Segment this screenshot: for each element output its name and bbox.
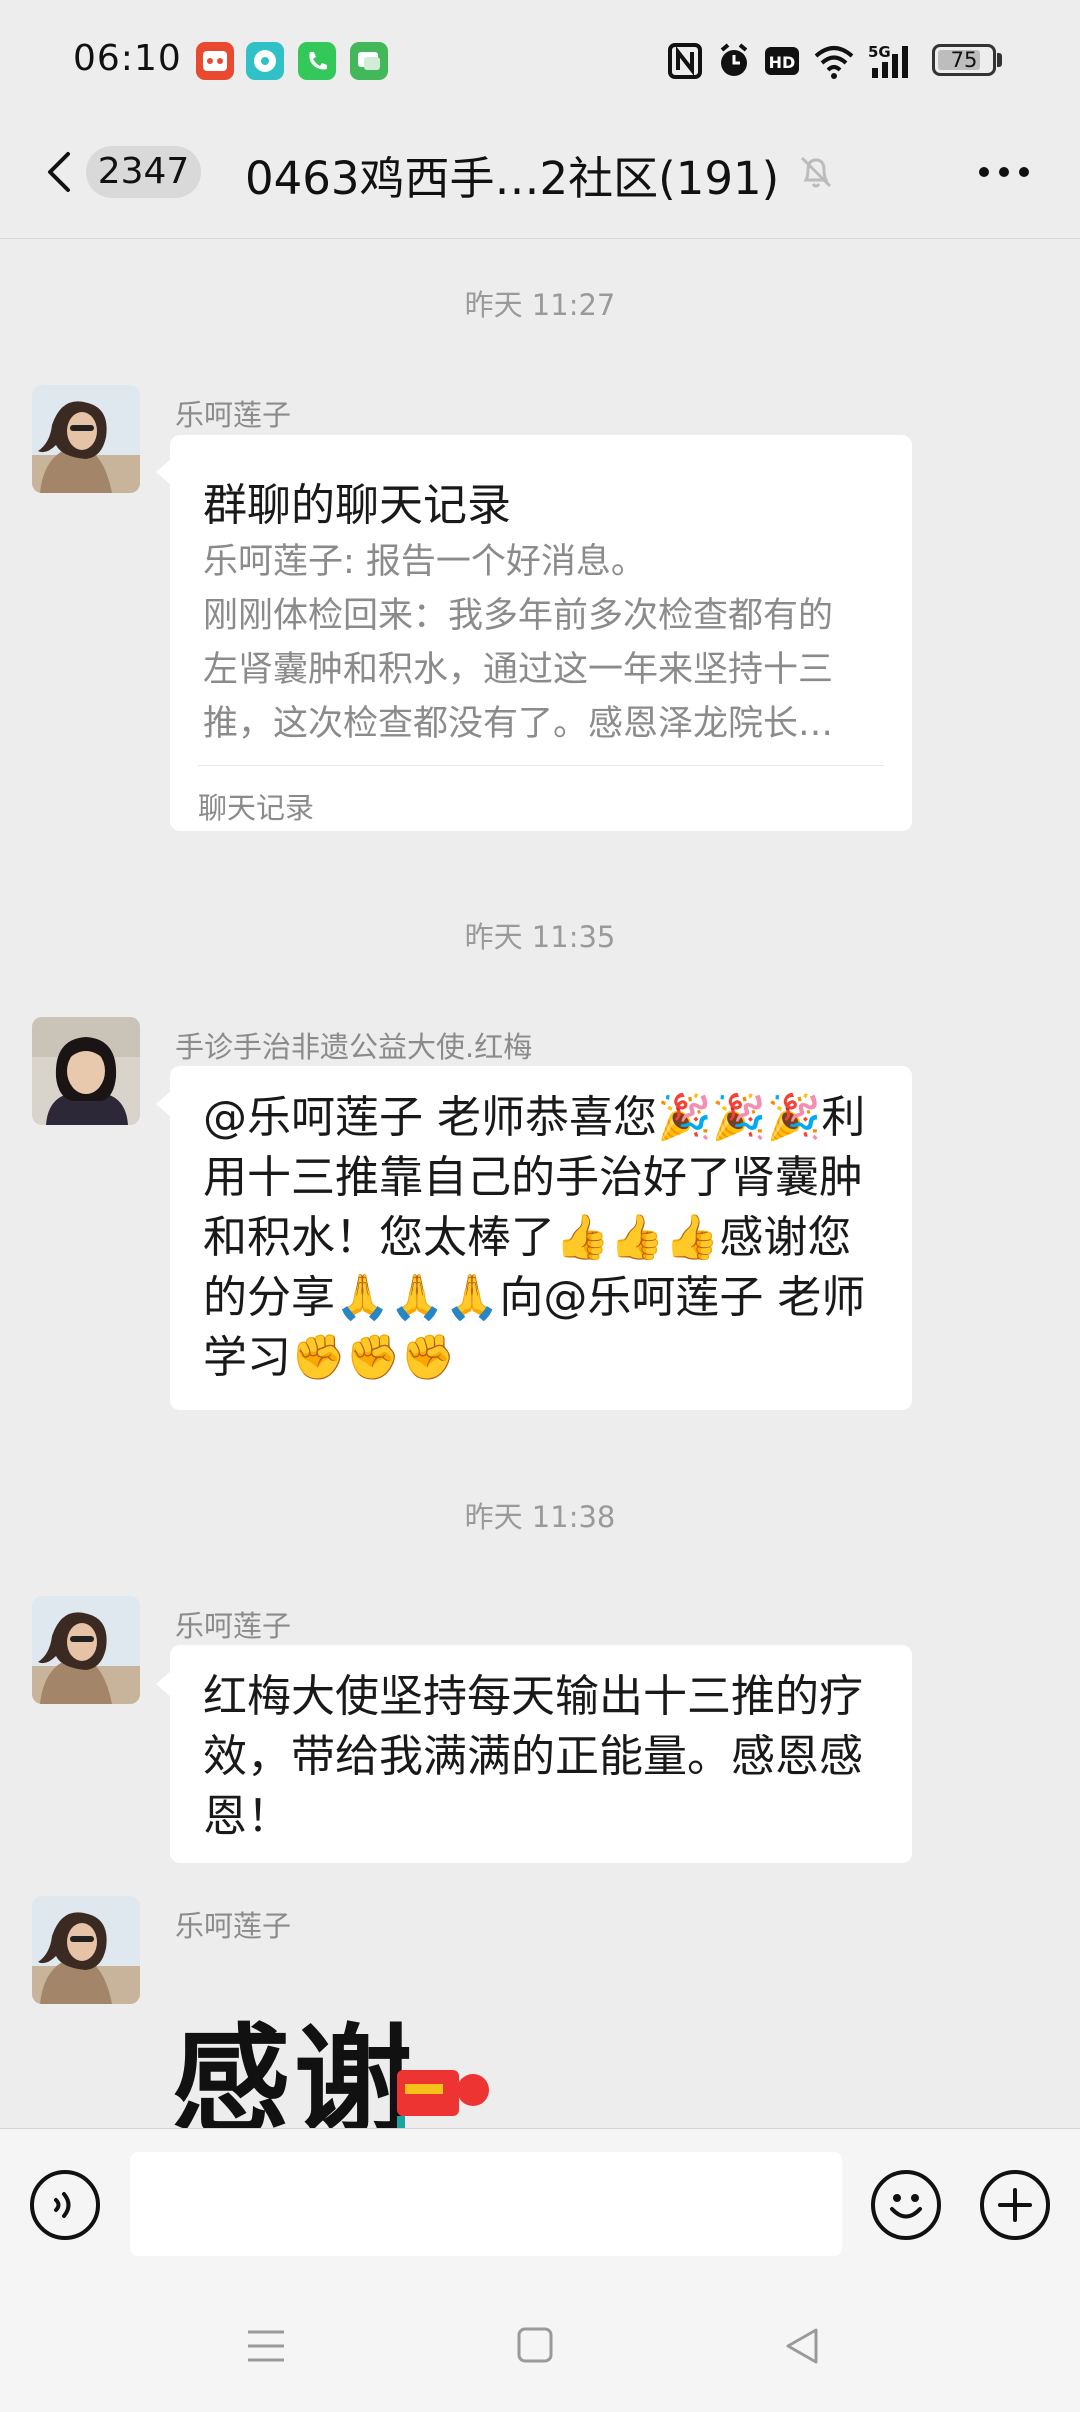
- chat-title: 0463鸡西手…2社区(191): [245, 152, 780, 205]
- 5g-signal-icon: 5G: [866, 42, 918, 80]
- avatar[interactable]: [32, 1017, 140, 1125]
- phone-app-icon: [298, 42, 336, 80]
- taobao-app-icon: [196, 42, 234, 80]
- record-preview: 乐呵莲子: 报告一个好消息。 刚刚体检回来：我多年前多次检查都有的 左肾囊肿和积…: [203, 535, 874, 751]
- svg-text:5G: 5G: [868, 43, 891, 61]
- sender-name: 乐呵莲子: [175, 1909, 292, 1943]
- message-app-icon: [246, 42, 284, 80]
- text-message-bubble[interactable]: 红梅大使坚持每天输出十三推的疗效，带给我满满的正能量。感恩感恩！: [170, 1645, 912, 1863]
- divider: [198, 765, 884, 766]
- message-text: @乐呵莲子 老师恭喜您🎉🎉🎉利用十三推靠自己的手治好了肾囊肿和积水！您太棒了👍👍…: [203, 1092, 866, 1383]
- plus-icon[interactable]: [980, 2170, 1050, 2240]
- message-input[interactable]: [130, 2152, 842, 2256]
- hd-icon: HD: [764, 42, 800, 80]
- voice-icon[interactable]: [30, 2170, 100, 2240]
- record-line: 乐呵莲子: 报告一个好消息。: [203, 542, 646, 582]
- avatar[interactable]: [32, 385, 140, 493]
- status-time: 06:10: [73, 38, 182, 79]
- record-footer-label: 聊天记录: [198, 791, 315, 825]
- back-icon[interactable]: [40, 148, 76, 196]
- avatar[interactable]: [32, 1896, 140, 2004]
- message-timestamp: 昨天 11:38: [464, 1500, 616, 1534]
- record-line: 推，这次检查都没有了。感恩泽龙院长…: [203, 704, 834, 744]
- menu-icon[interactable]: [246, 2326, 286, 2366]
- message-timestamp: 昨天 11:27: [464, 288, 616, 322]
- wifi-icon: [812, 42, 856, 80]
- chat-record-card[interactable]: 群聊的聊天记录 乐呵莲子: 报告一个好消息。 刚刚体检回来：我多年前多次检查都有…: [170, 435, 912, 831]
- battery-icon: 75: [932, 44, 996, 76]
- battery-tip: [997, 53, 1002, 67]
- sender-name: 手诊手治非遗公益大使.红梅: [175, 1030, 533, 1064]
- unread-count-badge[interactable]: 2347: [86, 146, 201, 198]
- text-message-bubble[interactable]: @乐呵莲子 老师恭喜您🎉🎉🎉利用十三推靠自己的手治好了肾囊肿和积水！您太棒了👍👍…: [170, 1066, 912, 1410]
- message-text: 红梅大使坚持每天输出十三推的疗效，带给我满满的正能量。感恩感恩！: [203, 1671, 863, 1842]
- record-line: 左肾囊肿和积水，通过这一年来坚持十三: [203, 650, 834, 690]
- record-title: 群聊的聊天记录: [203, 480, 511, 531]
- more-icon[interactable]: [976, 160, 1032, 184]
- svg-text:HD: HD: [769, 53, 796, 72]
- chat-app-icon: [350, 42, 388, 80]
- mute-bell-icon: [796, 152, 836, 192]
- emoji-icon[interactable]: [871, 2170, 941, 2240]
- back-triangle-icon[interactable]: [782, 2326, 822, 2366]
- home-icon[interactable]: [516, 2326, 554, 2364]
- sender-name: 乐呵莲子: [175, 398, 292, 432]
- sender-name: 乐呵莲子: [175, 1609, 292, 1643]
- nfc-icon: [668, 42, 702, 80]
- record-line: 刚刚体检回来：我多年前多次检查都有的: [203, 596, 834, 636]
- alarm-icon: [716, 42, 752, 80]
- battery-level: 75: [950, 48, 978, 72]
- sticker-flag-icon: [395, 2070, 495, 2128]
- message-timestamp: 昨天 11:35: [464, 920, 616, 954]
- avatar[interactable]: [32, 1596, 140, 1704]
